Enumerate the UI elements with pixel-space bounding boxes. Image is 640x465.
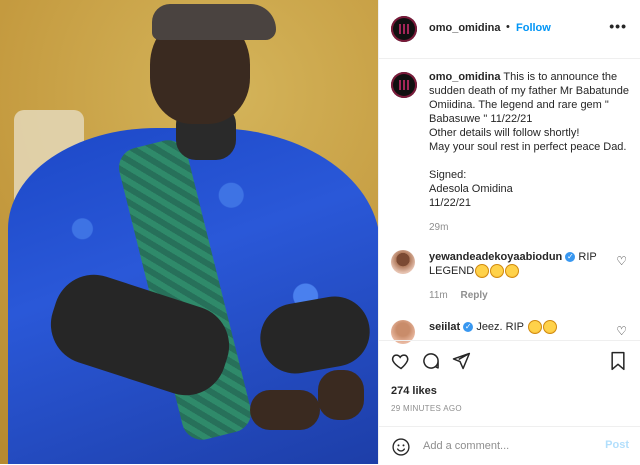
instagram-post-view: omo_omidina • Follow ••• omo_omidina Thi…: [0, 0, 640, 464]
caption-line: Other details will follow shortly!: [429, 127, 580, 139]
caption-signed-label: Signed:: [429, 169, 467, 181]
caption-line: May your soul rest in perfect peace Dad.: [429, 141, 627, 153]
caption-username[interactable]: omo_omidina: [429, 71, 501, 83]
author-username[interactable]: omo_omidina: [429, 22, 501, 34]
caption-section: omo_omidina This is to announce the sudd…: [379, 58, 640, 338]
caption-avatar[interactable]: [391, 72, 417, 98]
likes-count[interactable]: 274 likes: [391, 385, 437, 397]
post-actions-bar: [379, 340, 640, 385]
post-header: omo_omidina • Follow •••: [379, 0, 640, 59]
comment-username[interactable]: yewandeadekoyaabiodun: [429, 251, 562, 263]
comment-text: seiilat ✓ Jeez. RIP: [429, 320, 613, 335]
heart-outline-icon[interactable]: [391, 351, 411, 374]
sad-face-emoji-icon: [505, 264, 520, 279]
separator-dot: •: [506, 21, 510, 33]
caption-signer: Adesola Omidina: [429, 183, 513, 195]
paper-plane-icon[interactable]: [451, 351, 471, 374]
comment-avatar[interactable]: [391, 250, 415, 274]
comment-timestamp: 11m: [429, 290, 448, 301]
comment-like-icon[interactable]: ♡: [616, 254, 627, 268]
reply-button[interactable]: Reply: [461, 290, 488, 301]
post-timestamp: 29 MINUTES AGO: [391, 404, 462, 413]
comment-bubble-icon[interactable]: [421, 351, 441, 374]
sad-face-emoji-icon: [527, 320, 542, 335]
sad-face-emoji-icon: [490, 264, 505, 279]
post-photo[interactable]: [0, 0, 378, 464]
comment-body: Jeez. RIP: [476, 321, 524, 333]
photo-hand-right: [318, 370, 364, 420]
emoji-smile-icon[interactable]: [391, 437, 411, 460]
caption-text: omo_omidina This is to announce the sudd…: [429, 70, 629, 210]
bookmark-icon[interactable]: [609, 351, 627, 374]
add-comment-input[interactable]: [421, 435, 595, 457]
comment-text: yewandeadekoyaabiodun ✓ RIP LEGEND: [429, 250, 613, 279]
verified-badge-icon: ✓: [565, 252, 576, 263]
caption-signed-date: 11/22/21: [429, 197, 472, 209]
post-side-panel: omo_omidina • Follow ••• omo_omidina Thi…: [378, 0, 640, 464]
more-options-icon[interactable]: •••: [609, 18, 627, 34]
photo-hand-left: [250, 390, 320, 430]
sad-face-emoji-icon: [475, 264, 490, 279]
photo-cap: [152, 4, 276, 40]
author-avatar[interactable]: [391, 16, 417, 42]
post-comment-button[interactable]: Post: [605, 439, 629, 451]
caption-timestamp: 29m: [429, 222, 449, 233]
comment-username[interactable]: seiilat: [429, 321, 460, 333]
add-comment-bar: Post: [379, 426, 640, 465]
comment-like-icon[interactable]: ♡: [616, 324, 627, 338]
follow-button[interactable]: Follow: [516, 22, 551, 34]
sad-face-emoji-icon: [542, 320, 557, 335]
verified-badge-icon: ✓: [463, 322, 474, 333]
comment-meta: 11m Reply: [429, 290, 488, 301]
